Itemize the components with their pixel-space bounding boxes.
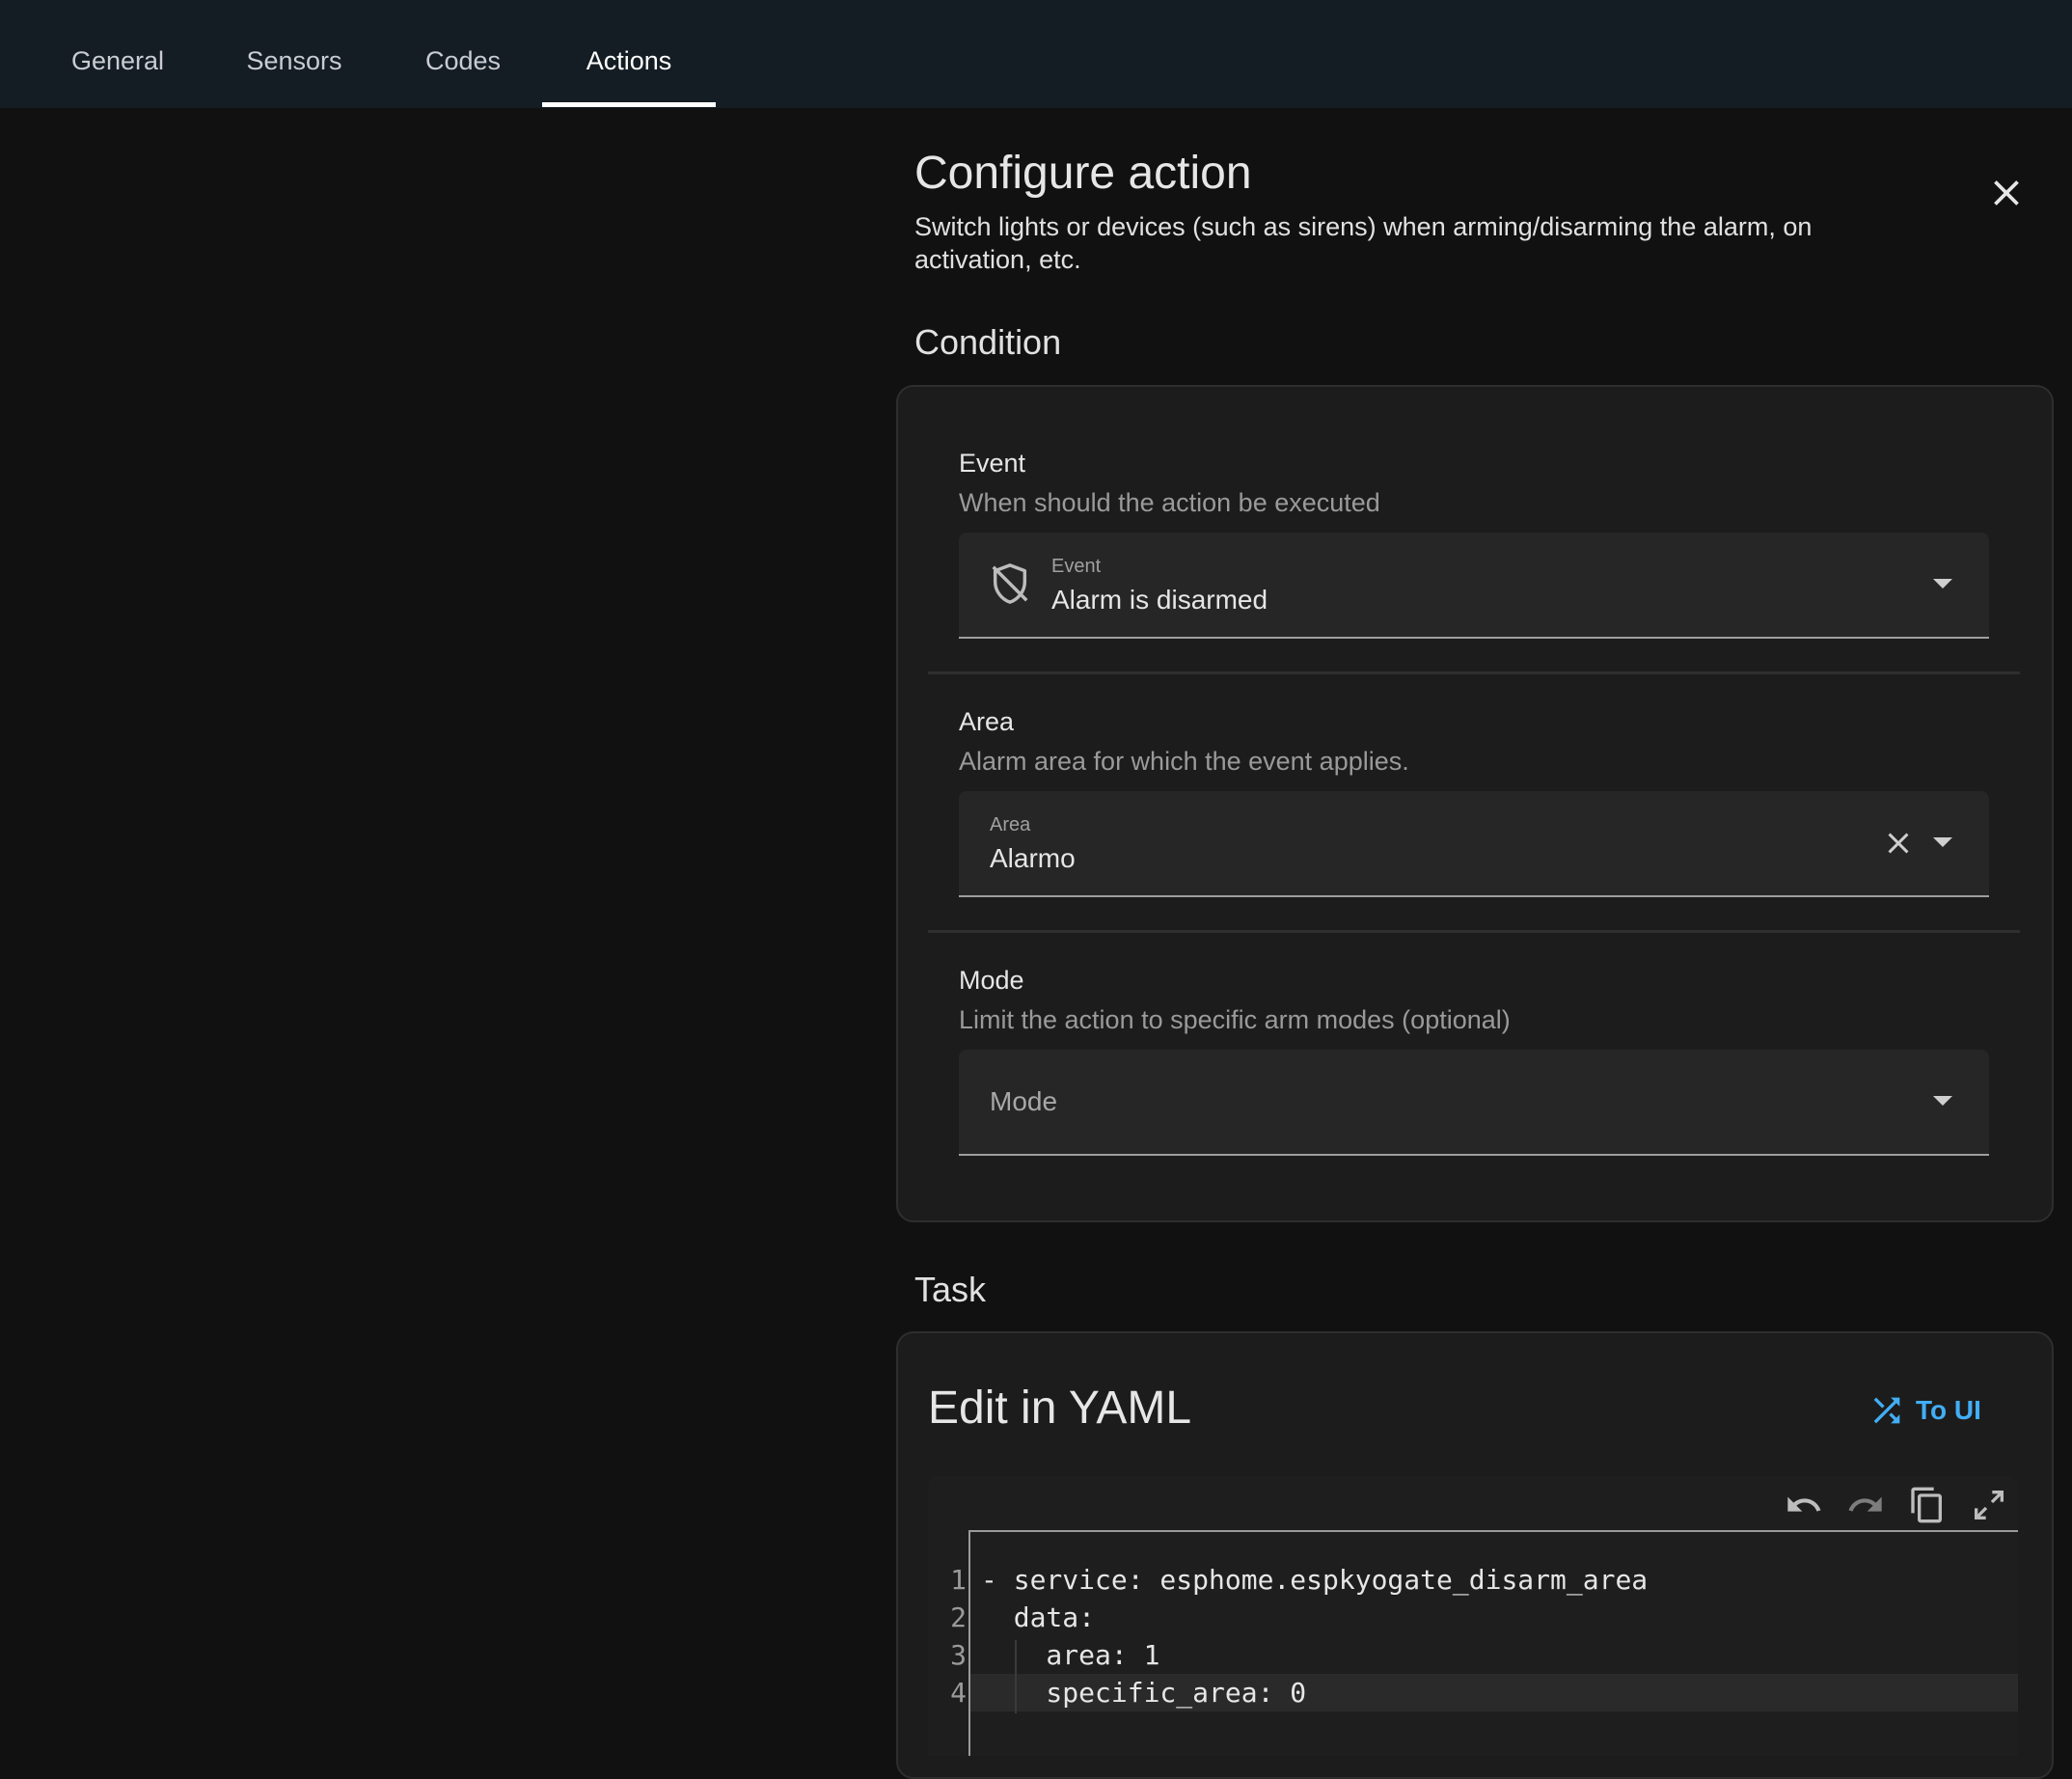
fullscreen-icon[interactable] — [1970, 1486, 2008, 1524]
code-text: area: 1 — [981, 1639, 1160, 1671]
chevron-down-icon — [1933, 837, 1952, 847]
dialog-title: Configure action — [914, 148, 1252, 199]
code-content[interactable]: 1 - service: esphome.espkyogate_disarm_a… — [928, 1561, 2018, 1711]
mode-help: Limit the action to specific arm modes (… — [959, 1005, 1511, 1034]
area-select-value: Alarmo — [990, 843, 1076, 873]
event-label: Event — [959, 449, 1026, 478]
event-help: When should the action be executed — [959, 488, 1380, 517]
area-select-label: Area — [990, 814, 1031, 835]
line-number: 3 — [950, 1639, 967, 1671]
to-ui-button[interactable]: To UI — [1868, 1391, 1981, 1430]
chevron-down-icon — [1933, 1096, 1952, 1106]
active-tab-indicator — [542, 102, 716, 107]
tab-actions[interactable]: Actions — [542, 0, 716, 108]
event-select-label: Event — [1051, 556, 1102, 577]
indent-guide — [1015, 1640, 1017, 1713]
mode-select[interactable]: Mode — [959, 1050, 1989, 1156]
line-number: 4 — [950, 1677, 967, 1709]
shield-off-icon — [992, 563, 1028, 604]
undo-icon[interactable] — [1785, 1486, 1823, 1524]
to-ui-label: To UI — [1916, 1395, 1981, 1425]
redo-icon[interactable] — [1846, 1486, 1885, 1524]
code-text: - service: esphome.espkyogate_disarm_are… — [981, 1564, 1649, 1596]
code-line: 2 data: — [928, 1599, 2018, 1636]
editor-toolbar-border — [968, 1530, 2018, 1532]
code-line-active: 4 specific_area: 0 — [950, 1674, 2018, 1711]
copy-icon[interactable] — [1908, 1486, 1947, 1524]
line-number: 2 — [950, 1601, 967, 1633]
area-help: Alarm area for which the event applies. — [959, 747, 1409, 776]
code-line: 3 area: 1 — [928, 1636, 2018, 1674]
area-select[interactable]: Area Alarmo — [959, 791, 1989, 897]
clear-icon[interactable] — [1881, 826, 1916, 861]
divider — [928, 930, 2020, 933]
area-label: Area — [959, 707, 1015, 736]
task-heading: Task — [914, 1270, 987, 1309]
tab-sensors[interactable]: Sensors — [232, 0, 357, 108]
event-select[interactable]: Event Alarm is disarmed — [959, 533, 1989, 639]
condition-heading: Condition — [914, 322, 1062, 362]
line-number: 1 — [950, 1564, 967, 1596]
code-text: data: — [981, 1601, 1096, 1633]
divider — [928, 671, 2020, 674]
tab-bar: General Sensors Codes Actions — [0, 0, 2072, 108]
tab-general[interactable]: General — [50, 0, 185, 108]
mode-select-placeholder: Mode — [990, 1086, 1058, 1116]
tab-codes[interactable]: Codes — [405, 0, 521, 108]
dialog-description: Switch lights or devices (such as sirens… — [914, 212, 1813, 274]
mode-label: Mode — [959, 966, 1024, 995]
event-select-value: Alarm is disarmed — [1051, 585, 1268, 615]
close-icon — [1994, 180, 2019, 205]
code-line: 1 - service: esphome.espkyogate_disarm_a… — [928, 1561, 2018, 1599]
shuffle-icon — [1873, 1397, 1900, 1424]
close-button[interactable] — [1985, 172, 2028, 214]
chevron-down-icon — [1933, 579, 1952, 588]
code-text: specific_area: 0 — [981, 1677, 1307, 1709]
yaml-editor-title: Edit in YAML — [928, 1382, 1192, 1434]
